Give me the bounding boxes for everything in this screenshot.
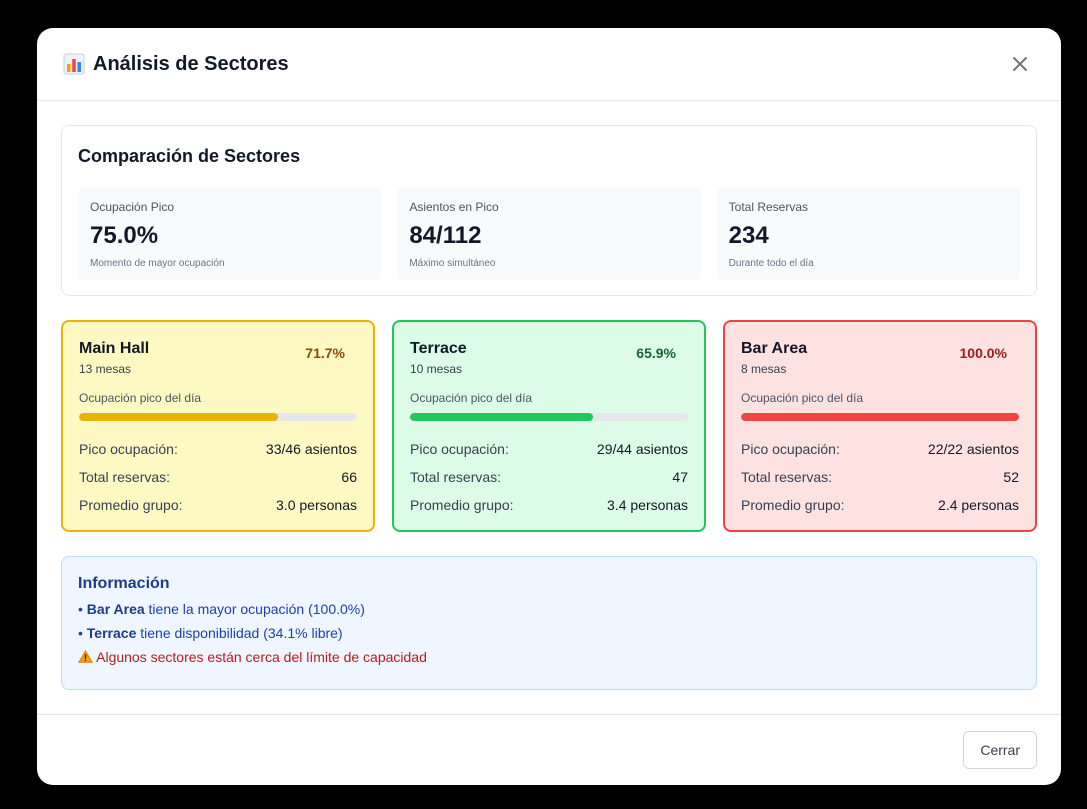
bullet: • — [78, 601, 83, 617]
comparison-card: Comparación de Sectores Ocupación Pico 7… — [61, 125, 1037, 296]
bar-chart-icon — [63, 53, 85, 75]
detail-row: Pico ocupación: 22/22 asientos — [741, 435, 1019, 463]
stat-value: 84/112 — [409, 222, 482, 249]
detail-value: 33/46 asientos — [265, 441, 357, 457]
detail-row: Total reservas: 66 — [79, 463, 357, 491]
detail-key: Pico ocupación: — [741, 441, 840, 457]
detail-value: 47 — [672, 469, 688, 485]
occupancy-label: Ocupación pico del día — [410, 391, 533, 405]
sector-analysis-modal: Análisis de Sectores Comparación de Sect… — [37, 28, 1061, 785]
modal-title: Análisis de Sectores — [93, 52, 289, 75]
close-icon[interactable] — [1005, 49, 1035, 79]
sector-tables: 13 mesas — [79, 362, 132, 376]
info-box: Información • Bar Area tiene la mayor oc… — [61, 556, 1037, 690]
info-sector-name: Bar Area — [86, 601, 145, 617]
sector-details: Pico ocupación: 29/44 asientos Total res… — [410, 435, 688, 519]
info-line: • Terrace tiene disponibilidad (34.1% li… — [78, 625, 1020, 641]
detail-key: Promedio grupo: — [741, 497, 845, 513]
sector-details: Pico ocupación: 33/46 asientos Total res… — [79, 435, 357, 519]
warning-icon — [77, 649, 96, 665]
sector-card-main-hall: Main Hall 13 mesas 71.7% Ocupación pico … — [61, 320, 375, 532]
info-title: Información — [78, 575, 170, 592]
detail-value: 52 — [1003, 469, 1019, 485]
sector-percentage: 100.0% — [959, 345, 1007, 361]
stat-note: Durante todo el día — [728, 258, 814, 269]
occupancy-bar-fill — [741, 413, 1019, 421]
sector-head: Main Hall 13 mesas 71.7% — [79, 340, 357, 376]
sector-heading: Bar Area 8 mesas — [741, 340, 807, 376]
detail-value: 3.4 personas — [607, 497, 688, 513]
detail-key: Total reservas: — [79, 469, 171, 485]
info-text: tiene disponibilidad (34.1% libre) — [136, 625, 343, 641]
bullet: • — [78, 625, 83, 641]
info-warning: Algunos sectores están cerca del límite … — [77, 649, 1020, 665]
sector-tables: 8 mesas — [741, 362, 787, 376]
detail-key: Total reservas: — [741, 469, 833, 485]
stat-peak-seats: Asientos en Pico 84/112 Máximo simultáne… — [397, 187, 701, 280]
stat-value: 75.0% — [90, 222, 159, 249]
detail-row: Pico ocupación: 33/46 asientos — [79, 435, 357, 463]
detail-row: Total reservas: 47 — [410, 463, 688, 491]
detail-row: Promedio grupo: 2.4 personas — [741, 491, 1019, 519]
close-button[interactable]: Cerrar — [963, 731, 1037, 769]
occupancy-bar — [410, 413, 688, 421]
sector-card-terrace: Terrace 10 mesas 65.9% Ocupación pico de… — [392, 320, 706, 532]
detail-value: 22/22 asientos — [927, 441, 1019, 457]
stat-label: Ocupación Pico — [90, 200, 175, 214]
stat-label: Total Reservas — [728, 200, 809, 214]
stat-label: Asientos en Pico — [409, 200, 499, 214]
occupancy-bar — [741, 413, 1019, 421]
occupancy-label: Ocupación pico del día — [79, 391, 202, 405]
detail-row: Total reservas: 52 — [741, 463, 1019, 491]
info-text: tiene la mayor ocupación (100.0%) — [144, 601, 365, 617]
modal-header: Análisis de Sectores — [37, 28, 1061, 101]
modal-title-group: Análisis de Sectores — [63, 53, 289, 76]
detail-row: Promedio grupo: 3.0 personas — [79, 491, 357, 519]
sectors-row: Main Hall 13 mesas 71.7% Ocupación pico … — [61, 320, 1037, 532]
sector-percentage: 71.7% — [305, 345, 345, 361]
sector-tables: 10 mesas — [410, 362, 463, 376]
sector-name: Main Hall — [79, 340, 150, 357]
stat-note: Máximo simultáneo — [409, 258, 496, 269]
sector-head: Bar Area 8 mesas 100.0% — [741, 340, 1019, 376]
sector-percentage: 65.9% — [636, 345, 676, 361]
modal-footer: Cerrar — [37, 714, 1061, 785]
detail-key: Promedio grupo: — [79, 497, 183, 513]
occupancy-bar-fill — [79, 413, 279, 421]
stats-row: Ocupación Pico 75.0% Momento de mayor oc… — [78, 187, 1020, 280]
warning-text: Algunos sectores están cerca del límite … — [96, 649, 427, 665]
sector-head: Terrace 10 mesas 65.9% — [410, 340, 688, 376]
detail-value: 66 — [341, 469, 357, 485]
stat-peak-occupancy: Ocupación Pico 75.0% Momento de mayor oc… — [78, 187, 382, 280]
detail-value: 29/44 asientos — [596, 441, 688, 457]
detail-key: Pico ocupación: — [79, 441, 178, 457]
info-line: • Bar Area tiene la mayor ocupación (100… — [78, 601, 1020, 617]
stat-note: Momento de mayor ocupación — [90, 258, 225, 269]
modal-body: Comparación de Sectores Ocupación Pico 7… — [37, 101, 1061, 690]
sector-name: Terrace — [410, 340, 467, 357]
sector-card-bar-area: Bar Area 8 mesas 100.0% Ocupación pico d… — [723, 320, 1037, 532]
detail-key: Promedio grupo: — [410, 497, 514, 513]
occupancy-label: Ocupación pico del día — [741, 391, 864, 405]
sector-name: Bar Area — [741, 340, 808, 357]
occupancy-bar — [79, 413, 357, 421]
stat-total-reservations: Total Reservas 234 Durante todo el día — [716, 187, 1020, 280]
detail-key: Pico ocupación: — [410, 441, 509, 457]
sector-heading: Terrace 10 mesas — [410, 340, 467, 376]
occupancy-bar-fill — [410, 413, 594, 421]
sector-details: Pico ocupación: 22/22 asientos Total res… — [741, 435, 1019, 519]
detail-key: Total reservas: — [410, 469, 502, 485]
stat-value: 234 — [728, 222, 769, 249]
detail-value: 2.4 personas — [938, 497, 1019, 513]
sector-heading: Main Hall 13 mesas — [79, 340, 149, 376]
detail-value: 3.0 personas — [276, 497, 357, 513]
comparison-title: Comparación de Sectores — [78, 146, 301, 166]
detail-row: Pico ocupación: 29/44 asientos — [410, 435, 688, 463]
info-sector-name: Terrace — [86, 625, 137, 641]
detail-row: Promedio grupo: 3.4 personas — [410, 491, 688, 519]
